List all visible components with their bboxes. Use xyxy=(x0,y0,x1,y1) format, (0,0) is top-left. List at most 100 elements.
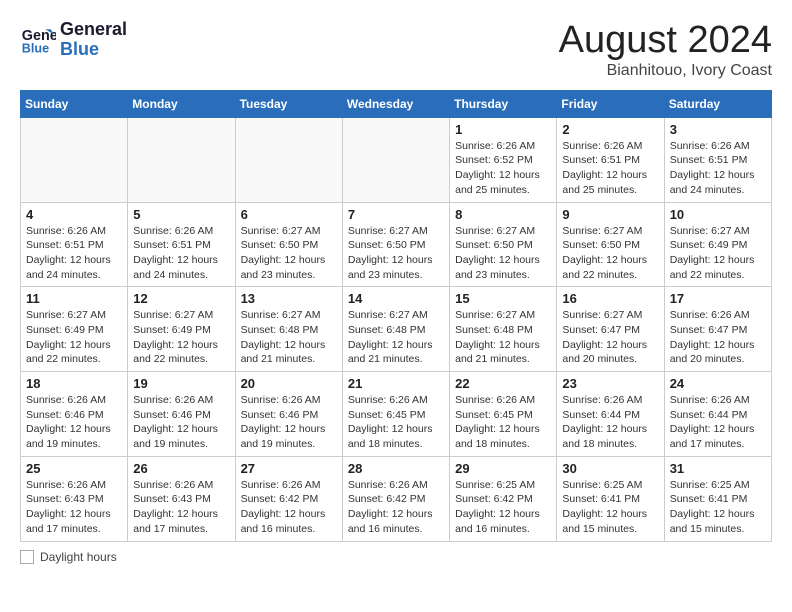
day-number: 21 xyxy=(348,376,444,391)
day-info: Sunrise: 6:27 AM Sunset: 6:50 PM Dayligh… xyxy=(562,224,658,283)
calendar-cell xyxy=(235,117,342,202)
calendar-cell: 4 Sunrise: 6:26 AM Sunset: 6:51 PM Daylig… xyxy=(21,202,128,287)
day-info: Sunrise: 6:26 AM Sunset: 6:46 PM Dayligh… xyxy=(241,393,337,452)
day-number: 24 xyxy=(670,376,766,391)
day-number: 10 xyxy=(670,207,766,222)
day-info: Sunrise: 6:27 AM Sunset: 6:49 PM Dayligh… xyxy=(133,308,229,367)
day-info: Sunrise: 6:26 AM Sunset: 6:51 PM Dayligh… xyxy=(133,224,229,283)
day-number: 3 xyxy=(670,122,766,137)
day-header-friday: Friday xyxy=(557,90,664,117)
calendar-cell xyxy=(342,117,449,202)
day-number: 12 xyxy=(133,291,229,306)
day-number: 5 xyxy=(133,207,229,222)
logo: General Blue General Blue xyxy=(20,20,127,60)
day-number: 2 xyxy=(562,122,658,137)
calendar-cell: 1Sunrise: 6:26 AM Sunset: 6:52 PM Daylig… xyxy=(450,117,557,202)
calendar-cell: 3 Sunrise: 6:26 AM Sunset: 6:51 PM Daylig… xyxy=(664,117,771,202)
calendar-cell: 12 Sunrise: 6:27 AM Sunset: 6:49 PM Dayli… xyxy=(128,287,235,372)
day-number: 22 xyxy=(455,376,551,391)
calendar-cell: 10 Sunrise: 6:27 AM Sunset: 6:49 PM Dayli… xyxy=(664,202,771,287)
day-info: Sunrise: 6:27 AM Sunset: 6:48 PM Dayligh… xyxy=(348,308,444,367)
day-info: Sunrise: 6:26 AM Sunset: 6:46 PM Dayligh… xyxy=(133,393,229,452)
day-number: 28 xyxy=(348,461,444,476)
logo-blue: Blue xyxy=(60,40,127,60)
calendar-cell: 30Sunrise: 6:25 AM Sunset: 6:41 PM Dayli… xyxy=(557,456,664,541)
day-number: 19 xyxy=(133,376,229,391)
day-number: 14 xyxy=(348,291,444,306)
day-info: Sunrise: 6:27 AM Sunset: 6:47 PM Dayligh… xyxy=(562,308,658,367)
day-number: 31 xyxy=(670,461,766,476)
calendar-cell: 28 Sunrise: 6:26 AM Sunset: 6:42 PM Dayli… xyxy=(342,456,449,541)
calendar-cell: 19 Sunrise: 6:26 AM Sunset: 6:46 PM Dayli… xyxy=(128,372,235,457)
main-title: August 2024 xyxy=(559,20,772,62)
day-number: 29 xyxy=(455,461,551,476)
day-info: Sunrise: 6:27 AM Sunset: 6:50 PM Dayligh… xyxy=(455,224,551,283)
sub-title: Bianhitouo, Ivory Coast xyxy=(559,62,772,80)
title-area: August 2024 Bianhitouo, Ivory Coast xyxy=(559,20,772,80)
day-header-wednesday: Wednesday xyxy=(342,90,449,117)
day-number: 9 xyxy=(562,207,658,222)
day-number: 17 xyxy=(670,291,766,306)
calendar-week-3: 11Sunrise: 6:27 AM Sunset: 6:49 PM Dayli… xyxy=(21,287,772,372)
day-number: 15 xyxy=(455,291,551,306)
calendar-cell: 18 Sunrise: 6:26 AM Sunset: 6:46 PM Dayli… xyxy=(21,372,128,457)
day-info: Sunrise: 6:26 AM Sunset: 6:45 PM Dayligh… xyxy=(455,393,551,452)
day-number: 25 xyxy=(26,461,122,476)
day-info: Sunrise: 6:27 AM Sunset: 6:48 PM Dayligh… xyxy=(455,308,551,367)
svg-text:Blue: Blue xyxy=(22,41,49,55)
day-number: 4 xyxy=(26,207,122,222)
calendar-cell: 8Sunrise: 6:27 AM Sunset: 6:50 PM Daylig… xyxy=(450,202,557,287)
footer-note: Daylight hours xyxy=(20,550,772,564)
day-info: Sunrise: 6:25 AM Sunset: 6:42 PM Dayligh… xyxy=(455,478,551,537)
calendar-cell: 27Sunrise: 6:26 AM Sunset: 6:42 PM Dayli… xyxy=(235,456,342,541)
day-number: 23 xyxy=(562,376,658,391)
footer-label: Daylight hours xyxy=(40,550,117,564)
day-info: Sunrise: 6:26 AM Sunset: 6:44 PM Dayligh… xyxy=(670,393,766,452)
calendar-cell: 26Sunrise: 6:26 AM Sunset: 6:43 PM Dayli… xyxy=(128,456,235,541)
calendar-cell: 7Sunrise: 6:27 AM Sunset: 6:50 PM Daylig… xyxy=(342,202,449,287)
day-header-thursday: Thursday xyxy=(450,90,557,117)
calendar-week-4: 18 Sunrise: 6:26 AM Sunset: 6:46 PM Dayli… xyxy=(21,372,772,457)
calendar-cell: 22 Sunrise: 6:26 AM Sunset: 6:45 PM Dayli… xyxy=(450,372,557,457)
day-number: 18 xyxy=(26,376,122,391)
calendar-cell: 20 Sunrise: 6:26 AM Sunset: 6:46 PM Dayli… xyxy=(235,372,342,457)
calendar-cell: 2Sunrise: 6:26 AM Sunset: 6:51 PM Daylig… xyxy=(557,117,664,202)
day-info: Sunrise: 6:26 AM Sunset: 6:42 PM Dayligh… xyxy=(348,478,444,537)
day-info: Sunrise: 6:26 AM Sunset: 6:51 PM Dayligh… xyxy=(670,139,766,198)
day-info: Sunrise: 6:25 AM Sunset: 6:41 PM Dayligh… xyxy=(670,478,766,537)
day-info: Sunrise: 6:27 AM Sunset: 6:49 PM Dayligh… xyxy=(26,308,122,367)
day-header-tuesday: Tuesday xyxy=(235,90,342,117)
day-info: Sunrise: 6:26 AM Sunset: 6:43 PM Dayligh… xyxy=(26,478,122,537)
calendar-cell: 9 Sunrise: 6:27 AM Sunset: 6:50 PM Daylig… xyxy=(557,202,664,287)
calendar-cell: 6 Sunrise: 6:27 AM Sunset: 6:50 PM Daylig… xyxy=(235,202,342,287)
day-info: Sunrise: 6:26 AM Sunset: 6:45 PM Dayligh… xyxy=(348,393,444,452)
day-number: 7 xyxy=(348,207,444,222)
day-number: 20 xyxy=(241,376,337,391)
calendar-cell: 14 Sunrise: 6:27 AM Sunset: 6:48 PM Dayli… xyxy=(342,287,449,372)
calendar-cell: 21 Sunrise: 6:26 AM Sunset: 6:45 PM Dayli… xyxy=(342,372,449,457)
footer-box xyxy=(20,550,34,564)
day-header-saturday: Saturday xyxy=(664,90,771,117)
calendar-cell: 15 Sunrise: 6:27 AM Sunset: 6:48 PM Dayli… xyxy=(450,287,557,372)
calendar-table: SundayMondayTuesdayWednesdayThursdayFrid… xyxy=(20,90,772,542)
calendar-cell: 13Sunrise: 6:27 AM Sunset: 6:48 PM Dayli… xyxy=(235,287,342,372)
day-info: Sunrise: 6:27 AM Sunset: 6:48 PM Dayligh… xyxy=(241,308,337,367)
day-info: Sunrise: 6:26 AM Sunset: 6:42 PM Dayligh… xyxy=(241,478,337,537)
day-info: Sunrise: 6:26 AM Sunset: 6:46 PM Dayligh… xyxy=(26,393,122,452)
calendar-cell: 31 Sunrise: 6:25 AM Sunset: 6:41 PM Dayli… xyxy=(664,456,771,541)
day-info: Sunrise: 6:26 AM Sunset: 6:47 PM Dayligh… xyxy=(670,308,766,367)
day-info: Sunrise: 6:27 AM Sunset: 6:50 PM Dayligh… xyxy=(241,224,337,283)
day-info: Sunrise: 6:26 AM Sunset: 6:51 PM Dayligh… xyxy=(26,224,122,283)
calendar-week-1: 1Sunrise: 6:26 AM Sunset: 6:52 PM Daylig… xyxy=(21,117,772,202)
calendar-cell: 16Sunrise: 6:27 AM Sunset: 6:47 PM Dayli… xyxy=(557,287,664,372)
calendar-week-2: 4 Sunrise: 6:26 AM Sunset: 6:51 PM Daylig… xyxy=(21,202,772,287)
day-info: Sunrise: 6:27 AM Sunset: 6:49 PM Dayligh… xyxy=(670,224,766,283)
logo-general: General xyxy=(60,20,127,40)
day-info: Sunrise: 6:26 AM Sunset: 6:44 PM Dayligh… xyxy=(562,393,658,452)
day-number: 6 xyxy=(241,207,337,222)
day-info: Sunrise: 6:26 AM Sunset: 6:43 PM Dayligh… xyxy=(133,478,229,537)
calendar-cell: 17 Sunrise: 6:26 AM Sunset: 6:47 PM Dayli… xyxy=(664,287,771,372)
day-number: 1 xyxy=(455,122,551,137)
day-header-sunday: Sunday xyxy=(21,90,128,117)
header: General Blue General Blue August 2024 Bi… xyxy=(20,20,772,80)
